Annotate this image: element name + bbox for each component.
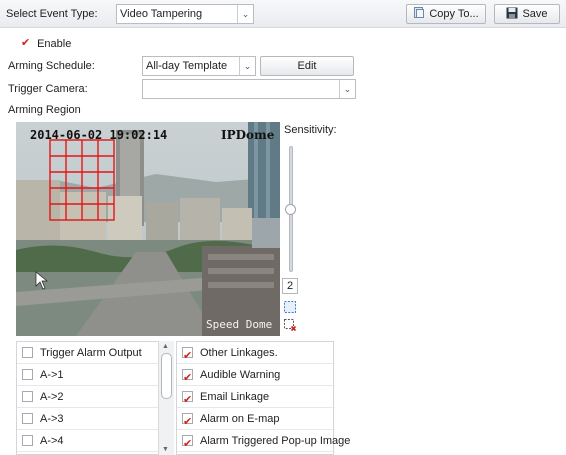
list-item-label: A->3	[40, 413, 64, 425]
checkbox[interactable]	[182, 411, 193, 433]
list-item-label: A->2	[40, 391, 64, 403]
alarm-output-panel: Trigger Alarm Output A->1 A->2 A->3 A->4	[16, 341, 174, 455]
linkage-item-other[interactable]: Other Linkages.	[177, 342, 335, 367]
event-type-select[interactable]: Video Tampering ⌄	[116, 4, 254, 24]
list-item-label: Email Linkage	[200, 391, 270, 403]
checkbox[interactable]	[182, 367, 193, 389]
sensitivity-slider-thumb[interactable]	[285, 204, 296, 215]
alarm-output-item-trigger[interactable]: Trigger Alarm Output	[17, 342, 159, 364]
checkbox[interactable]	[182, 433, 193, 455]
checkbox[interactable]	[22, 413, 33, 424]
save-label: Save	[522, 8, 548, 20]
linkage-panel: Other Linkages. Audible Warning Email Li…	[176, 341, 350, 455]
event-type-value: Video Tampering	[120, 8, 203, 20]
alarm-output-item-a4[interactable]: A->4	[17, 430, 159, 452]
edit-label: Edit	[297, 60, 317, 72]
scroll-down-icon[interactable]: ▼	[162, 446, 169, 453]
checkbox[interactable]	[22, 369, 33, 380]
list-item-label: A->4	[40, 435, 64, 447]
alarm-output-item-a2[interactable]: A->2	[17, 386, 159, 408]
list-item-label: A->1	[40, 369, 64, 381]
list-item-label: Trigger Alarm Output	[40, 347, 142, 359]
checkbox[interactable]	[182, 345, 193, 367]
linkage-item-audible-warning[interactable]: Audible Warning	[177, 364, 335, 389]
arming-schedule-label: Arming Schedule:	[8, 60, 95, 72]
checkbox[interactable]	[22, 435, 33, 446]
draw-area-icon[interactable]	[283, 300, 297, 317]
checkbox[interactable]	[22, 391, 33, 402]
event-type-label: Select Event Type:	[6, 8, 98, 20]
enable-label: Enable	[37, 38, 72, 50]
edit-schedule-button[interactable]: Edit	[260, 56, 354, 76]
sensitivity-label: Sensitivity:	[284, 124, 337, 136]
video-channel-name: Speed Dome	[206, 318, 273, 331]
checkbox[interactable]	[182, 389, 193, 411]
enable-checkbox-row[interactable]: Enable	[20, 36, 72, 50]
arming-region-label: Arming Region	[8, 104, 81, 116]
list-item-label: Alarm on E-map	[200, 413, 280, 425]
arming-schedule-select[interactable]: All-day Template ⌄	[142, 56, 256, 76]
enable-checkbox[interactable]	[20, 36, 31, 49]
chevron-down-icon: ⌄	[239, 57, 255, 75]
video-preview[interactable]: 2014-06-02 19:02:14 IPDome Speed Dome	[16, 122, 280, 336]
scroll-up-icon[interactable]: ▲	[162, 343, 169, 350]
trigger-camera-select[interactable]: ⌄	[142, 79, 356, 99]
video-scene	[16, 122, 280, 336]
checkbox[interactable]	[22, 347, 33, 358]
alarm-output-scrollbar[interactable]: ▲ ▼	[158, 341, 174, 455]
copy-icon	[413, 6, 425, 25]
floppy-disk-icon	[506, 7, 518, 25]
list-item-label: Other Linkages.	[200, 347, 278, 359]
video-camera-name: IPDome	[221, 128, 275, 142]
sensitivity-value[interactable]: 2	[282, 278, 298, 294]
trigger-camera-label: Trigger Camera:	[8, 83, 88, 95]
clear-area-icon[interactable]	[283, 318, 297, 335]
list-item-label: Alarm Triggered Pop-up Image	[200, 435, 351, 447]
copy-to-label: Copy To...	[429, 8, 479, 20]
copy-to-button[interactable]: Copy To...	[406, 4, 486, 24]
list-item-label: Audible Warning	[200, 369, 281, 381]
alarm-output-item-a3[interactable]: A->3	[17, 408, 159, 430]
scrollbar-thumb[interactable]	[161, 353, 172, 399]
alarm-output-item-a1[interactable]: A->1	[17, 364, 159, 386]
linkage-item-emap[interactable]: Alarm on E-map	[177, 408, 335, 433]
save-button[interactable]: Save	[494, 4, 560, 24]
video-timestamp: 2014-06-02 19:02:14	[30, 128, 168, 142]
chevron-down-icon: ⌄	[339, 80, 355, 98]
arming-schedule-value: All-day Template	[146, 60, 228, 72]
linkage-item-email[interactable]: Email Linkage	[177, 386, 335, 411]
chevron-down-icon: ⌄	[237, 5, 253, 23]
linkage-item-popup-image[interactable]: Alarm Triggered Pop-up Image	[177, 430, 350, 455]
